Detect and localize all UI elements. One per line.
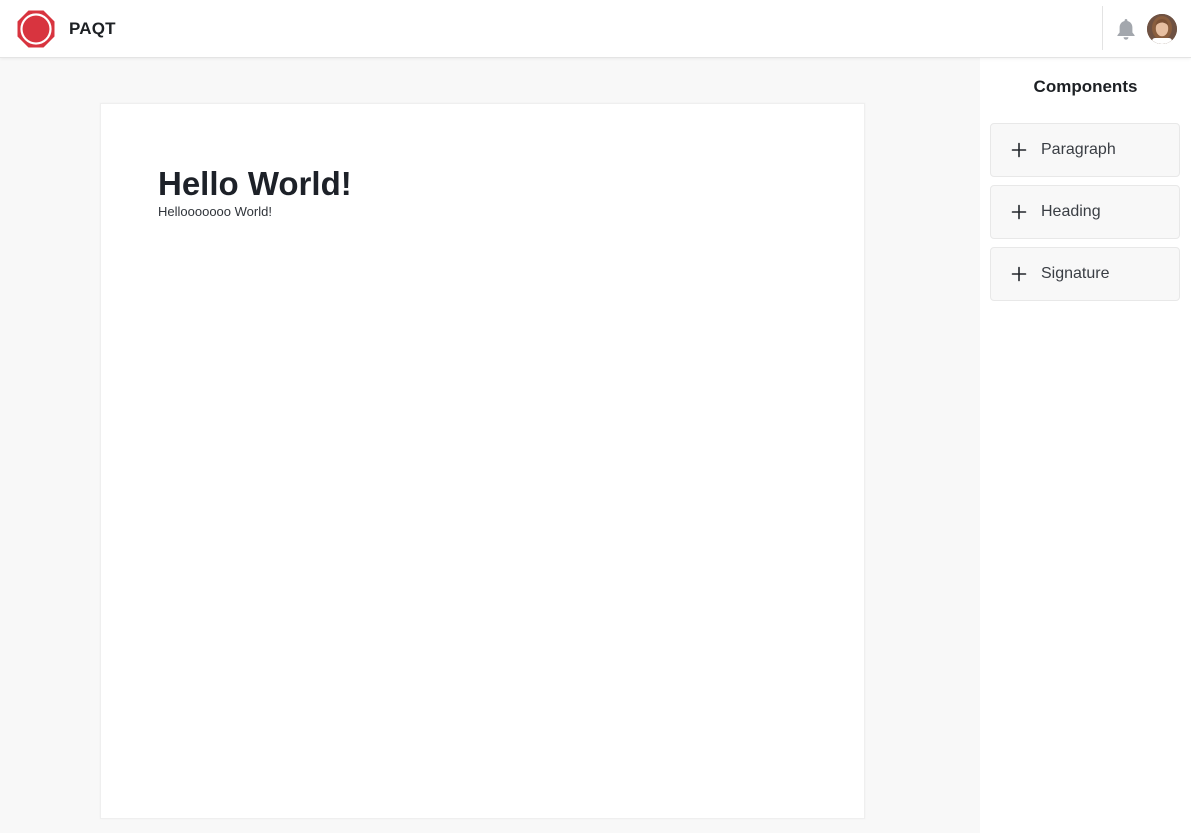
plus-icon	[1011, 266, 1027, 282]
user-avatar[interactable]	[1147, 14, 1177, 44]
top-bar: PAQT	[0, 0, 1191, 58]
plus-icon	[1011, 142, 1027, 158]
add-paragraph-button[interactable]: Paragraph	[990, 123, 1180, 177]
add-paragraph-label: Paragraph	[1041, 141, 1116, 158]
brand-name: PAQT	[69, 19, 116, 38]
document-workspace: Hello World! Hellooooooo World!	[0, 58, 980, 833]
octagon-badge-icon	[17, 10, 55, 48]
document-paragraph[interactable]: Hellooooooo World!	[158, 204, 272, 220]
avatar-image	[1147, 14, 1177, 44]
add-signature-button[interactable]: Signature	[990, 247, 1180, 301]
add-heading-label: Heading	[1041, 203, 1101, 220]
document-heading[interactable]: Hello World!	[158, 164, 352, 204]
components-panel: Components Paragraph Heading Signature	[980, 58, 1191, 833]
brand[interactable]: PAQT	[16, 9, 116, 49]
add-heading-button[interactable]: Heading	[990, 185, 1180, 239]
components-panel-title: Components	[1033, 77, 1138, 96]
document-page[interactable]: Hello World! Hellooooooo World!	[100, 103, 865, 819]
header-divider	[1102, 6, 1103, 50]
plus-icon	[1011, 204, 1027, 220]
add-signature-label: Signature	[1041, 265, 1110, 282]
bell-icon[interactable]	[1115, 17, 1137, 41]
